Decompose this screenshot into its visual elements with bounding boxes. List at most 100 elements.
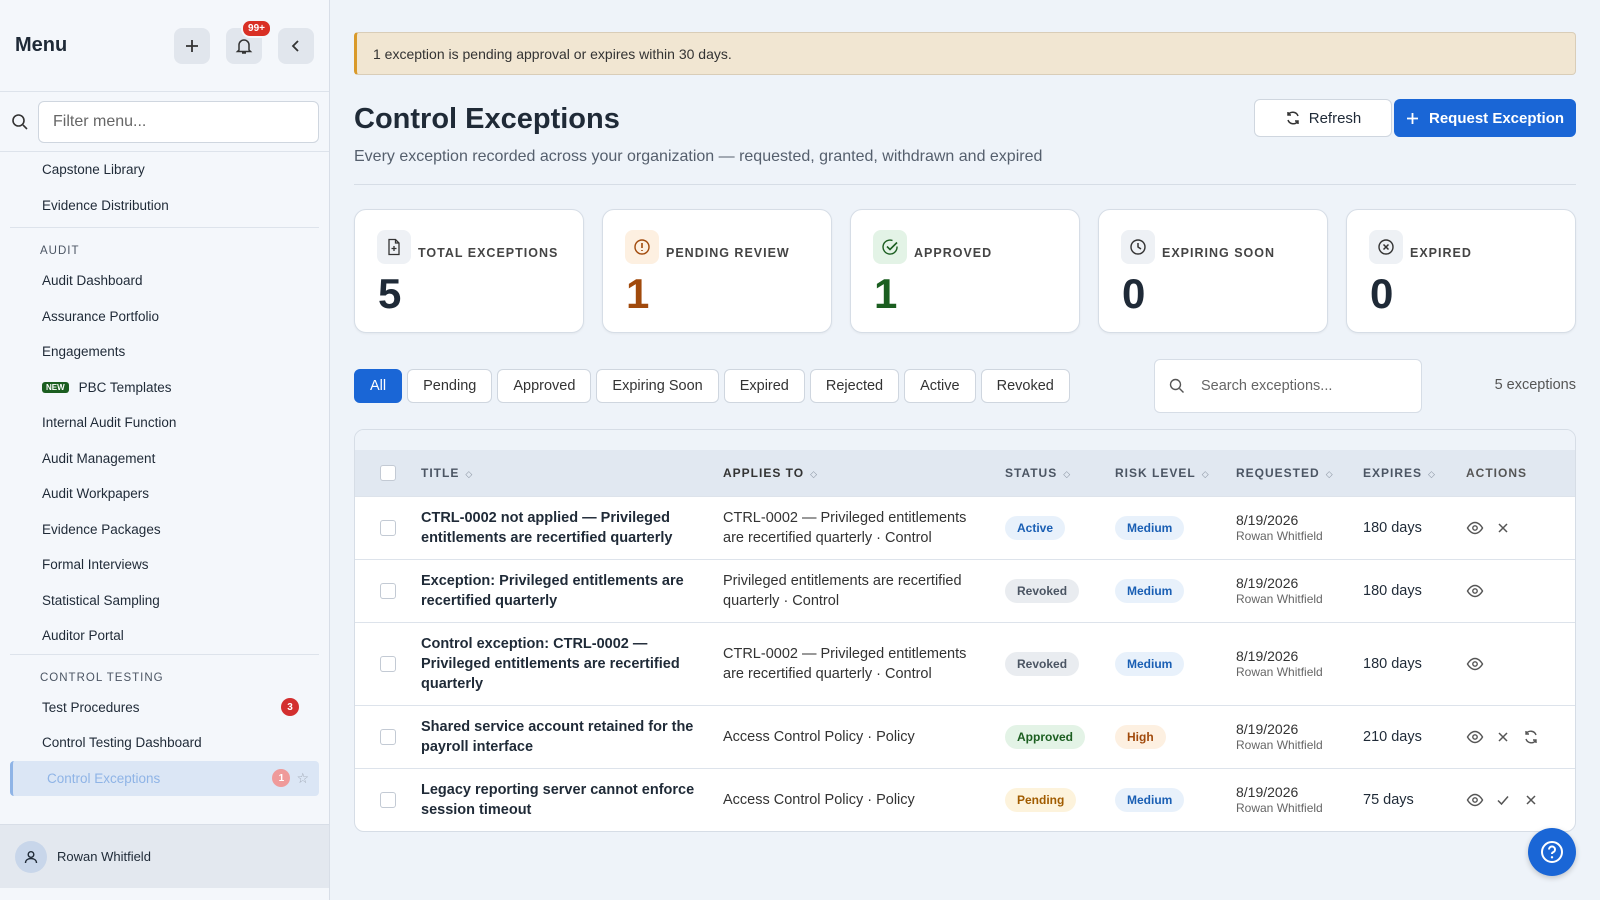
filter-active[interactable]: Active (904, 369, 976, 403)
status-badge: Active (1005, 516, 1066, 540)
stat-expiring-soon: EXPIRING SOON 0 (1098, 209, 1328, 333)
close-icon[interactable] (1494, 519, 1512, 537)
bell-icon (235, 38, 253, 54)
row-title[interactable]: Shared service account retained for the … (421, 717, 723, 757)
sidebar-item-formal-interviews[interactable]: Formal Interviews (0, 547, 329, 583)
status-badge: Revoked (1005, 579, 1080, 603)
sidebar-item-audit-dashboard[interactable]: Audit Dashboard (0, 263, 329, 299)
col-actions: ACTIONS (1466, 466, 1527, 480)
x-circle-icon (1369, 230, 1403, 264)
sort-icon: ◇ (1325, 468, 1334, 479)
filter-pending[interactable]: Pending (407, 369, 493, 403)
user-name: Rowan Whitfield (57, 849, 151, 864)
view-icon[interactable] (1466, 791, 1484, 809)
table-row[interactable]: Exception: Privileged entitlements are r… (355, 559, 1575, 622)
new-badge: NEW (42, 381, 69, 393)
refresh-icon (1286, 111, 1299, 125)
row-applies-to: Privileged entitlements are recertified … (723, 573, 962, 609)
test-procedures-count-badge: 3 (281, 698, 299, 717)
row-title[interactable]: Control exception: CTRL-0002 — Privilege… (421, 634, 723, 694)
help-button[interactable] (1528, 828, 1576, 876)
requested-by: Rowan Whitfield (1236, 665, 1323, 679)
col-applies-to[interactable]: APPLIES TO ◇ (723, 463, 1005, 484)
sidebar-item-control-exceptions[interactable]: Control Exceptions 1 ☆ (10, 760, 319, 796)
page-title: Control Exceptions (354, 103, 620, 135)
sidebar-item-capstone-library[interactable]: Capstone Library (0, 152, 329, 188)
row-applies-to: CTRL-0002 — Privileged entitlements are … (723, 646, 967, 682)
user-profile[interactable]: Rowan Whitfield (0, 824, 329, 888)
request-exception-button[interactable]: Request Exception (1394, 99, 1576, 137)
filter-approved[interactable]: Approved (497, 369, 592, 403)
refresh-button[interactable]: Refresh (1254, 99, 1392, 137)
sidebar-search (0, 92, 329, 152)
add-button[interactable] (174, 27, 210, 64)
sidebar: Menu 99+ Capstone Library Evidence Distr… (0, 0, 330, 900)
sidebar-item-internal-audit-function[interactable]: Internal Audit Function (0, 405, 329, 441)
sidebar-item-auditor-portal[interactable]: Auditor Portal (0, 618, 329, 654)
filter-rejected[interactable]: Rejected (809, 369, 900, 403)
filter-all[interactable]: All (354, 369, 403, 403)
col-title[interactable]: TITLE ◇ (421, 463, 723, 484)
view-icon[interactable] (1466, 655, 1484, 673)
table-row[interactable]: CTRL-0002 not applied — Privileged entit… (355, 496, 1575, 559)
section-audit: AUDIT (10, 227, 319, 263)
filter-menu-input[interactable] (38, 100, 319, 143)
table-row[interactable]: Legacy reporting server cannot enforce s… (355, 768, 1575, 831)
row-checkbox[interactable] (380, 520, 396, 536)
col-risk-level[interactable]: RISK LEVEL ◇ (1115, 466, 1236, 480)
view-icon[interactable] (1466, 519, 1484, 537)
filter-expired[interactable]: Expired (723, 369, 805, 403)
col-status[interactable]: STATUS ◇ (1005, 466, 1115, 480)
sidebar-header: Menu 99+ (0, 0, 329, 92)
approve-check-icon[interactable] (1494, 791, 1512, 809)
close-icon[interactable] (1494, 728, 1512, 746)
table-row[interactable]: Shared service account retained for the … (355, 705, 1575, 768)
col-expires[interactable]: EXPIRES ◇ (1363, 466, 1466, 480)
row-title[interactable]: Exception: Privileged entitlements are r… (421, 571, 723, 611)
row-checkbox[interactable] (380, 729, 396, 745)
sidebar-item-assurance-portfolio[interactable]: Assurance Portfolio (0, 299, 329, 335)
view-icon[interactable] (1466, 582, 1484, 600)
sort-icon: ◇ (1063, 469, 1072, 479)
search-exceptions-input[interactable] (1201, 378, 1401, 394)
sidebar-item-control-testing-dashboard[interactable]: Control Testing Dashboard (0, 725, 329, 761)
sidebar-item-engagements[interactable]: Engagements (0, 334, 329, 370)
clock-icon (1121, 230, 1155, 264)
view-icon[interactable] (1466, 728, 1484, 746)
sidebar-item-statistical-sampling[interactable]: Statistical Sampling (0, 583, 329, 619)
close-icon[interactable] (1522, 791, 1540, 809)
expires-value: 180 days (1363, 583, 1422, 599)
risk-badge: Medium (1115, 516, 1185, 540)
row-checkbox[interactable] (380, 583, 396, 599)
row-checkbox[interactable] (380, 656, 396, 672)
stat-expired: EXPIRED 0 (1346, 209, 1576, 333)
select-all-checkbox[interactable] (380, 465, 396, 481)
expires-value: 180 days (1363, 656, 1422, 672)
stat-value: 1 (874, 270, 898, 317)
filter-revoked[interactable]: Revoked (980, 369, 1070, 403)
risk-badge: Medium (1115, 652, 1185, 676)
sidebar-item-audit-workpapers[interactable]: Audit Workpapers (0, 476, 329, 512)
status-badge: Pending (1005, 788, 1077, 812)
user-icon (24, 850, 38, 863)
filter-expiring-soon[interactable]: Expiring Soon (596, 369, 719, 403)
row-title[interactable]: CTRL-0002 not applied — Privileged entit… (421, 508, 723, 548)
row-applies-to: Access Control Policy · Policy (723, 729, 915, 745)
col-requested[interactable]: REQUESTED ◇ (1236, 465, 1363, 482)
row-checkbox[interactable] (380, 792, 396, 808)
collapse-sidebar-button[interactable] (278, 27, 314, 64)
sidebar-item-test-procedures[interactable]: Test Procedures 3 (0, 690, 329, 726)
notifications-button[interactable]: 99+ (226, 18, 272, 64)
row-title[interactable]: Legacy reporting server cannot enforce s… (421, 780, 723, 820)
sidebar-item-evidence-packages[interactable]: Evidence Packages (0, 512, 329, 548)
star-icon[interactable]: ☆ (296, 770, 309, 787)
status-badge: Revoked (1005, 652, 1080, 676)
table-row[interactable]: Control exception: CTRL-0002 — Privilege… (355, 622, 1575, 705)
sidebar-item-audit-management[interactable]: Audit Management (0, 441, 329, 477)
sidebar-item-evidence-distribution[interactable]: Evidence Distribution (0, 188, 329, 224)
sort-icon: ◇ (810, 468, 819, 479)
sidebar-item-pbc-templates[interactable]: NEW PBC Templates (0, 370, 329, 406)
renew-icon[interactable] (1522, 728, 1540, 746)
alert-circle-icon (625, 230, 659, 264)
requested-by: Rowan Whitfield (1236, 592, 1323, 606)
